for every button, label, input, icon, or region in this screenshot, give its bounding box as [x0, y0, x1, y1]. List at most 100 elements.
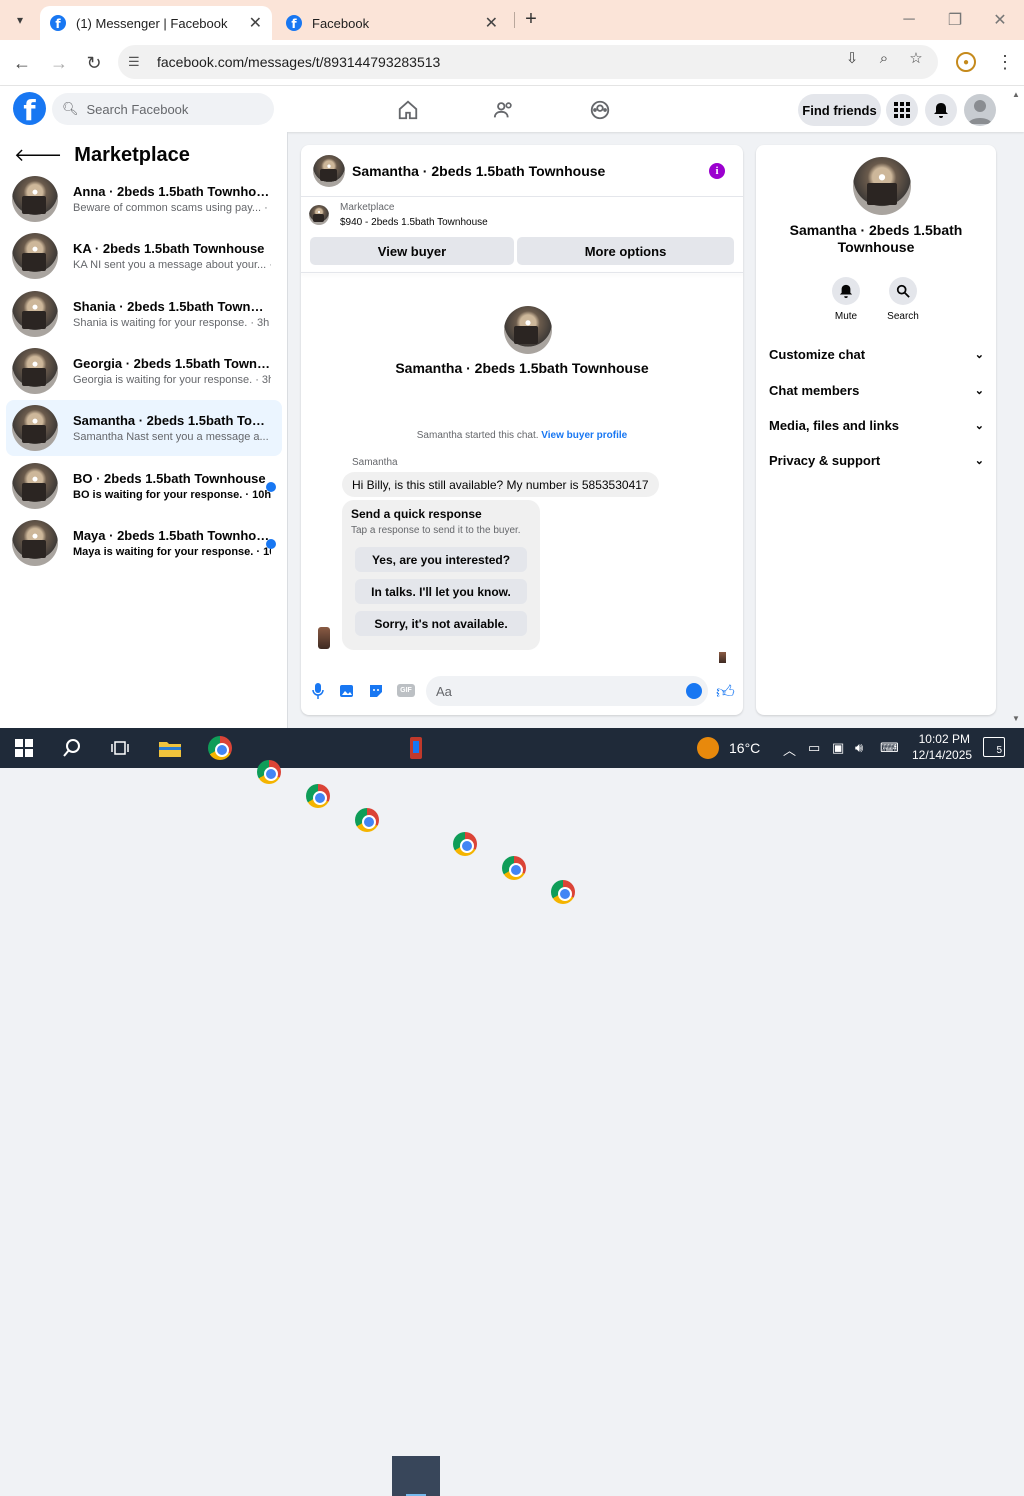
active-app-icon[interactable]	[404, 736, 428, 760]
search-icon[interactable]	[60, 736, 84, 760]
emoji-icon[interactable]	[686, 683, 702, 699]
conversation-item[interactable]: Maya · 2beds 1.5bath Townhouse Maya is wa…	[6, 515, 282, 571]
facebook-search-input[interactable]	[86, 101, 257, 117]
photo-icon[interactable]	[338, 682, 356, 700]
tab-messenger[interactable]: f (1) Messenger | Facebook ✕	[40, 6, 272, 40]
close-tab-icon[interactable]: ✕	[485, 13, 498, 33]
gif-icon[interactable]: GIF	[397, 684, 415, 697]
message-input[interactable]	[436, 683, 676, 699]
minimize-icon[interactable]: ─	[897, 8, 921, 32]
conversation-item-selected[interactable]: Samantha · 2beds 1.5bath Townho... Samant…	[6, 400, 282, 456]
sticker-icon[interactable]	[367, 682, 385, 700]
view-buyer-button[interactable]: View buyer	[310, 237, 514, 265]
marketplace-listing-banner[interactable]: Marketplace $940 - 2beds 1.5bath Townhou…	[309, 202, 488, 228]
message-input-box[interactable]	[426, 676, 708, 706]
profile-icon[interactable]: ●	[956, 52, 976, 72]
view-buyer-profile-link[interactable]: View buyer profile	[541, 430, 627, 441]
reload-icon[interactable]: ↻	[82, 51, 106, 75]
quick-response-button[interactable]: Sorry, it's not available.	[355, 611, 527, 636]
conversation-preview: KA NI sent you a message about your... ·…	[73, 259, 271, 271]
forward-arrow-icon[interactable]: →	[47, 51, 71, 75]
install-app-icon[interactable]: ⇩	[843, 49, 861, 67]
clock-date: 12/14/2025	[912, 748, 973, 762]
new-tab-plus-icon[interactable]: +	[520, 8, 542, 30]
conversation-item[interactable]: BO · 2beds 1.5bath Townhouse BO is waitin…	[6, 458, 282, 514]
info-icon[interactable]: i	[709, 163, 725, 179]
notification-center-icon[interactable]: 5	[983, 737, 1005, 757]
tab-search-chevron-icon[interactable]: ▾	[8, 8, 32, 32]
scroll-up-arrow-icon[interactable]: ▲	[1012, 90, 1020, 99]
search-conversation-button[interactable]: Search	[878, 277, 928, 322]
facebook-logo-icon[interactable]: f	[13, 92, 46, 125]
chevron-down-icon: ⌄	[974, 455, 984, 467]
chrome-icon[interactable]	[453, 832, 477, 856]
chat-header-name[interactable]: Samantha · 2beds 1.5bath Townhouse	[352, 163, 605, 179]
account-avatar[interactable]	[964, 94, 996, 126]
windows-start-icon[interactable]	[12, 736, 36, 760]
chat-members-section[interactable]: Chat members ⌄	[769, 383, 984, 398]
more-options-button[interactable]: More options	[517, 237, 734, 265]
volume-icon[interactable]: 🔊︎	[855, 740, 863, 756]
conversation-item[interactable]: KA · 2beds 1.5bath Townhouse KA NI sent y…	[6, 228, 282, 284]
back-arrow-icon[interactable]: 🡐	[14, 145, 62, 166]
chrome-icon[interactable]	[208, 736, 232, 760]
notification-count: 5	[996, 745, 1002, 756]
facebook-favicon-icon: f	[50, 15, 66, 31]
site-info-icon[interactable]: ☰	[128, 54, 146, 70]
chrome-icon[interactable]	[551, 880, 575, 904]
chrome-icon[interactable]	[257, 760, 281, 784]
find-friends-button[interactable]: Find friends	[798, 94, 881, 126]
conversation-name: Samantha · 2beds 1.5bath Townhouse	[395, 360, 649, 376]
microphone-icon[interactable]	[309, 682, 327, 700]
scroll-down-arrow-icon[interactable]: ▼	[1012, 714, 1020, 723]
system-clock[interactable]: 10:02 PM 12/14/2025	[912, 731, 973, 763]
quick-response-button[interactable]: Yes, are you interested?	[355, 547, 527, 572]
zoom-icon[interactable]: ⌕	[875, 49, 893, 67]
listing-thumbnail	[309, 205, 329, 225]
bookmark-star-icon[interactable]: ☆	[907, 49, 925, 67]
sender-avatar	[318, 627, 330, 649]
restore-icon[interactable]: ❐	[943, 8, 967, 32]
friends-icon[interactable]	[492, 98, 516, 122]
home-icon[interactable]	[396, 98, 420, 122]
chrome-icon[interactable]	[502, 856, 526, 880]
tab-facebook[interactable]: f Facebook ✕	[276, 6, 508, 40]
mute-button[interactable]: Mute	[821, 277, 871, 322]
tab-title: Facebook	[312, 15, 370, 31]
windows-taskbar: 16°C ︿ ▭ ▣ 🔊︎ ⌨ 10:02 PM 12/14/2025 5	[0, 728, 1024, 1496]
notifications-bell-icon[interactable]	[925, 94, 957, 126]
quick-response-subtitle: Tap a response to send it to the buyer.	[351, 525, 521, 536]
quick-response-button[interactable]: In talks. I'll let you know.	[355, 579, 527, 604]
chrome-icon[interactable]	[306, 784, 330, 808]
close-window-icon[interactable]: ✕	[988, 8, 1012, 32]
address-bar[interactable]: ☰ facebook.com/messages/t/89314479328351…	[118, 45, 938, 79]
meet-now-icon[interactable]: ▭	[808, 740, 820, 756]
back-arrow-icon[interactable]: ←	[10, 51, 34, 75]
conversation-item[interactable]: Anna · 2beds 1.5bath Townhouse Beware of …	[6, 171, 282, 227]
profile-thumbnail[interactable]	[853, 157, 911, 215]
groups-icon[interactable]	[588, 98, 612, 122]
menu-grid-icon[interactable]	[886, 94, 918, 126]
conversation-item[interactable]: Georgia · 2beds 1.5bath Townhouse Georgia…	[6, 343, 282, 399]
media-files-links-section[interactable]: Media, files and links ⌄	[769, 418, 984, 433]
tab-divider	[514, 12, 515, 28]
keyboard-icon[interactable]: ⌨	[880, 740, 899, 756]
task-view-icon[interactable]	[108, 736, 132, 760]
weather-widget[interactable]: 16°C	[697, 737, 760, 759]
customize-chat-section[interactable]: Customize chat ⌄	[769, 347, 984, 362]
browser-tab-bar: ▾ f (1) Messenger | Facebook ✕ f Faceboo…	[0, 0, 1024, 40]
conversation-item[interactable]: Shania · 2beds 1.5bath Townhouse Shania i…	[6, 286, 282, 342]
browser-menu-icon[interactable]: ⋮	[996, 52, 1014, 73]
facebook-search-box[interactable]: 🔍︎	[52, 93, 274, 125]
quick-response-title: Send a quick response	[351, 507, 482, 521]
network-icon[interactable]: ▣	[832, 740, 844, 756]
chrome-icon[interactable]	[355, 808, 379, 832]
read-receipt-avatar	[719, 652, 726, 663]
file-explorer-icon[interactable]	[158, 736, 182, 760]
url-text[interactable]: facebook.com/messages/t/893144793283513	[157, 54, 440, 70]
chat-header-thumbnail[interactable]	[313, 154, 345, 187]
close-tab-icon[interactable]: ✕	[249, 13, 262, 33]
tray-chevron-up-icon[interactable]: ︿	[783, 740, 796, 759]
privacy-support-section[interactable]: Privacy & support ⌄	[769, 453, 984, 468]
like-thumb-icon[interactable]: 👍︎	[716, 681, 735, 703]
